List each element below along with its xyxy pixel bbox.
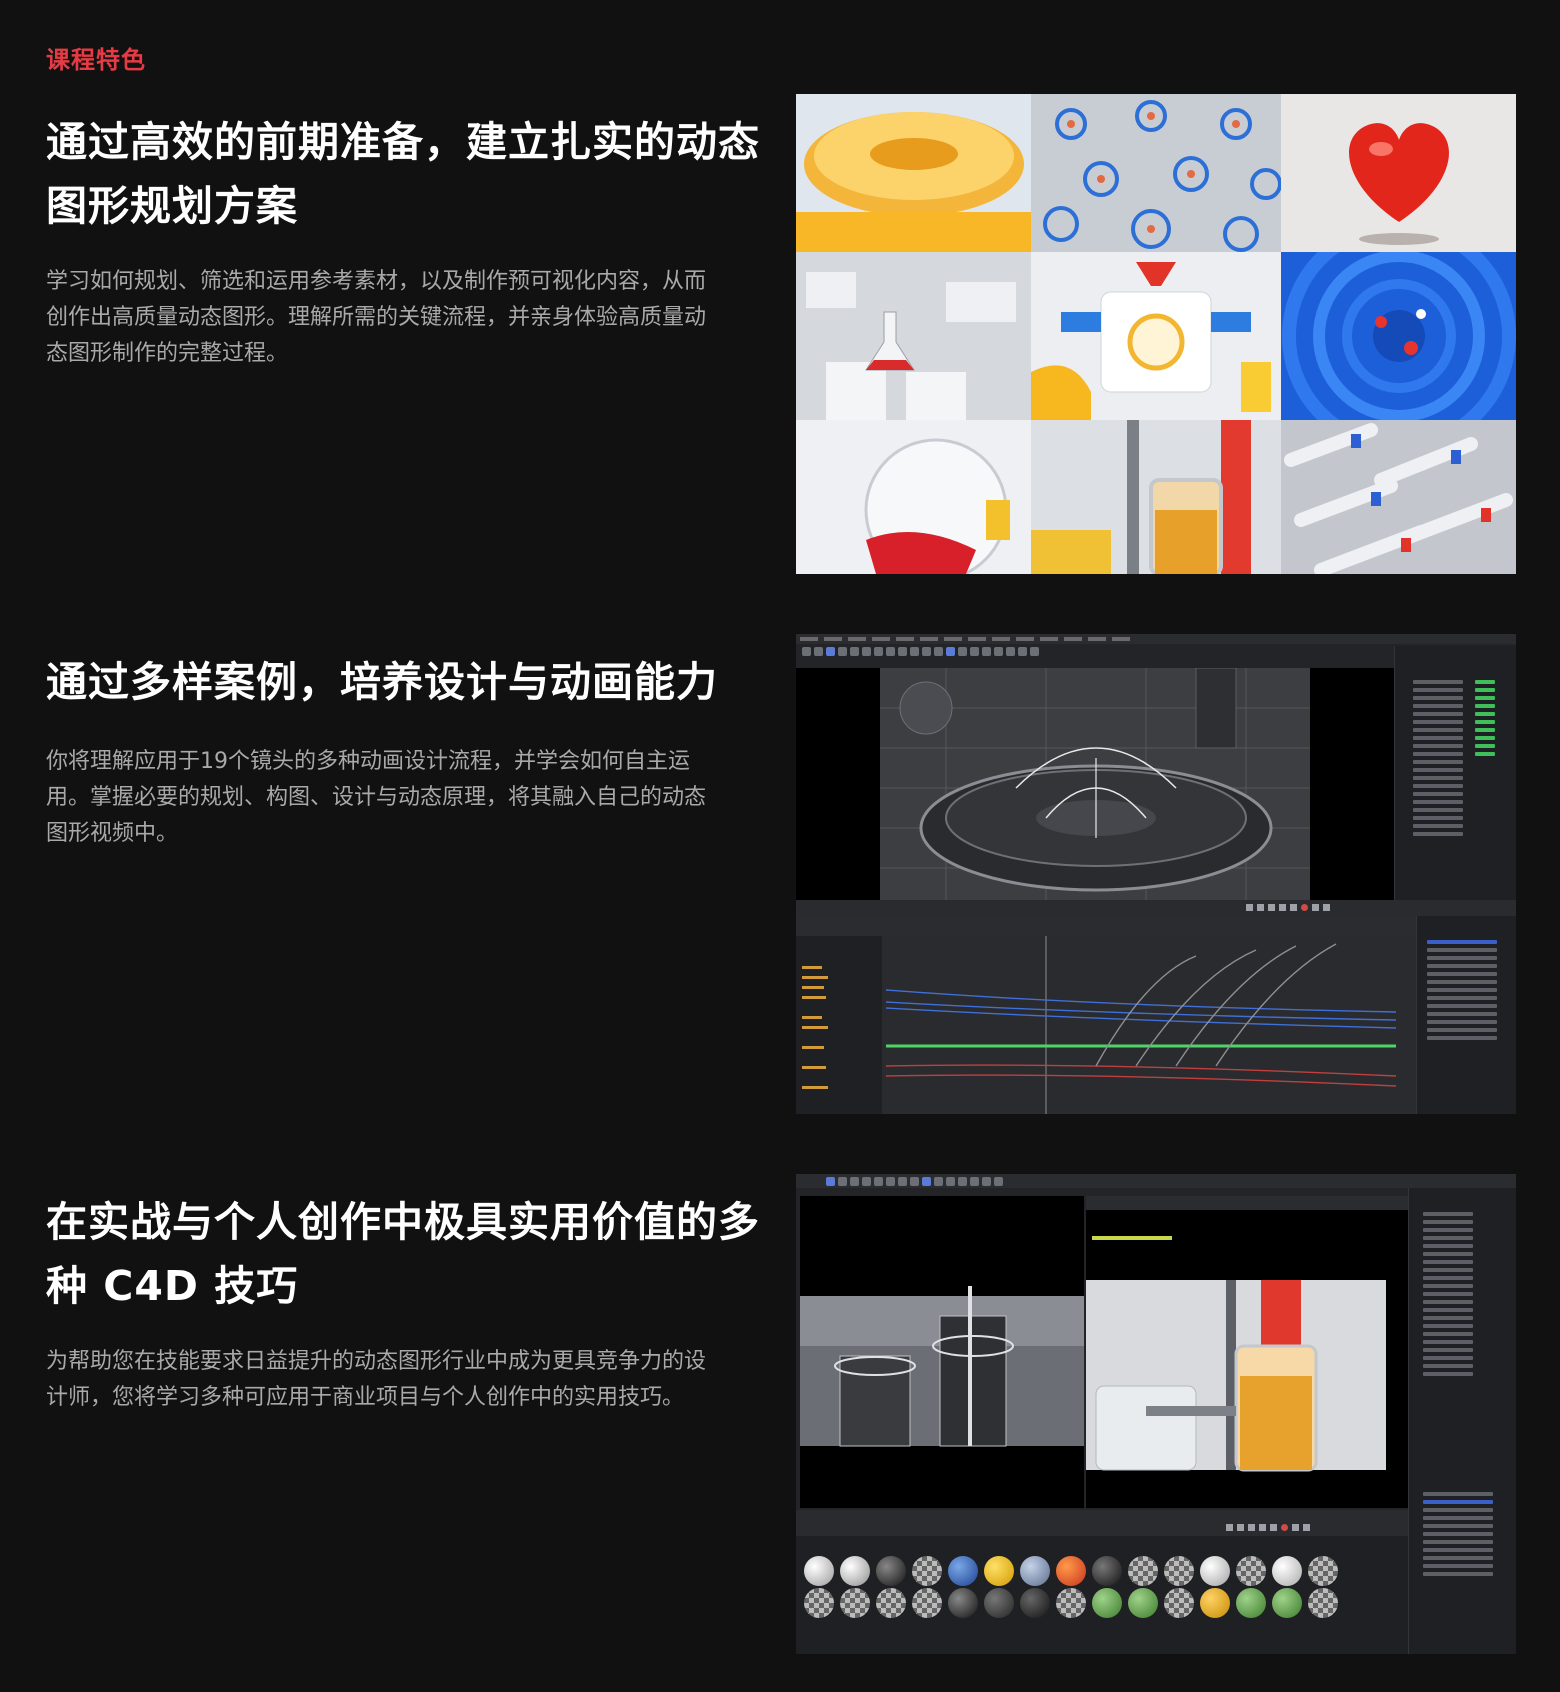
feature-description-line: 态图形制作的完整过程。: [46, 341, 289, 366]
material-swatch[interactable]: [1200, 1588, 1230, 1618]
timeline-bar[interactable]: [796, 1510, 1408, 1536]
material-swatch[interactable]: [876, 1588, 906, 1618]
c4d-editor-screenshot: [796, 634, 1516, 1114]
feature-description-line: 用。掌握必要的规划、构图、设计与动态原理，将其融入自己的动态: [46, 785, 707, 810]
glass-flask-image: [796, 420, 1031, 574]
material-swatch[interactable]: [1020, 1556, 1050, 1586]
material-swatch[interactable]: [804, 1588, 834, 1618]
feature-text: 通过高效的前期准备，建立扎实的动态 图形规划方案 学习如何规划、筛选和运用参考素…: [46, 110, 766, 372]
material-swatch[interactable]: [912, 1588, 942, 1618]
material-swatch[interactable]: [1128, 1556, 1158, 1586]
feature-description-line: 计师，您将学习多种可应用于商业项目与个人创作中的实用技巧。: [46, 1385, 685, 1410]
feature-description-line: 你将理解应用于19个镜头的多种动画设计流程，并学会如何自主运: [46, 749, 690, 774]
feature-text: 在实战与个人创作中极具实用价值的多 种 C4D 技巧 为帮助您在技能要求日益提升…: [46, 1190, 766, 1416]
playback-controls[interactable]: [1246, 904, 1330, 911]
feature-title: 通过多样案例，培养设计与动画能力: [46, 650, 766, 714]
material-swatch[interactable]: [1092, 1556, 1122, 1586]
material-swatch[interactable]: [1056, 1588, 1086, 1618]
3d-viewport[interactable]: [800, 1196, 1084, 1508]
3d-viewport[interactable]: [796, 668, 1394, 900]
material-swatch[interactable]: [912, 1556, 942, 1586]
blue-tunnel-image: [1281, 252, 1516, 420]
beaker-stand-image: [1031, 420, 1281, 574]
material-swatch[interactable]: [876, 1556, 906, 1586]
material-swatch[interactable]: [1164, 1556, 1194, 1586]
feature-title-line: 通过高效的前期准备，建立扎实的动态: [46, 118, 760, 166]
machine-image: [1031, 252, 1281, 420]
red-heart-image: [1281, 94, 1516, 252]
feature-planning: 通过高效的前期准备，建立扎实的动态 图形规划方案 学习如何规划、筛选和运用参考素…: [0, 94, 1560, 590]
playback-controls[interactable]: [1226, 1524, 1310, 1531]
feature-title-line: 图形规划方案: [46, 182, 298, 230]
material-swatch[interactable]: [1272, 1556, 1302, 1586]
feature-c4d-techniques: 在实战与个人创作中极具实用价值的多 种 C4D 技巧 为帮助您在技能要求日益提升…: [0, 1174, 1560, 1670]
main-toolbar: [802, 647, 1039, 656]
flasks-image: [796, 252, 1031, 420]
feature-description-line: 学习如何规划、筛选和运用参考素材，以及制作预可视化内容，从而: [46, 269, 707, 294]
material-manager[interactable]: [796, 1536, 1408, 1654]
material-swatch[interactable]: [1236, 1588, 1266, 1618]
feature-image-grid: [796, 94, 1516, 574]
material-swatch[interactable]: [1272, 1588, 1302, 1618]
material-swatch[interactable]: [948, 1556, 978, 1586]
feature-title: 通过高效的前期准备，建立扎实的动态 图形规划方案: [46, 110, 766, 238]
material-swatch[interactable]: [984, 1588, 1014, 1618]
material-swatch[interactable]: [1056, 1556, 1086, 1586]
feature-text: 通过多样案例，培养设计与动画能力 你将理解应用于19个镜头的多种动画设计流程，并…: [46, 650, 766, 852]
feature-description: 你将理解应用于19个镜头的多种动画设计流程，并学会如何自主运 用。掌握必要的规划…: [46, 744, 766, 852]
material-swatch[interactable]: [1308, 1556, 1338, 1586]
material-swatch[interactable]: [840, 1588, 870, 1618]
attribute-manager-panel[interactable]: [1416, 916, 1516, 1114]
petri-dish-image: [796, 94, 1031, 252]
menu-bar: [796, 634, 1516, 644]
feature-title-line: 种 C4D 技巧: [46, 1262, 299, 1310]
feature-description: 学习如何规划、筛选和运用参考素材，以及制作预可视化内容，从而 创作出高质量动态图…: [46, 264, 766, 372]
feature-description-line: 创作出高质量动态图形。理解所需的关键流程，并亲身体验高质量动: [46, 305, 707, 330]
fcurve-editor[interactable]: [796, 916, 1416, 1114]
object-manager-panel[interactable]: [1394, 646, 1516, 900]
material-swatch[interactable]: [1128, 1588, 1158, 1618]
material-swatch[interactable]: [948, 1588, 978, 1618]
material-swatch[interactable]: [1164, 1588, 1194, 1618]
lab-array-image: [1031, 94, 1281, 252]
material-swatch[interactable]: [1236, 1556, 1266, 1586]
timeline-bar[interactable]: [796, 900, 1516, 916]
material-swatch[interactable]: [840, 1556, 870, 1586]
feature-design-animation: 通过多样案例，培养设计与动画能力 你将理解应用于19个镜头的多种动画设计流程，并…: [0, 634, 1560, 1130]
feature-title-line: 在实战与个人创作中极具实用价值的多: [46, 1198, 760, 1246]
feature-title-line: 通过多样案例，培养设计与动画能力: [46, 658, 718, 706]
test-tubes-image: [1281, 420, 1516, 574]
object-manager-panel[interactable]: [1408, 1188, 1516, 1654]
material-swatch[interactable]: [1200, 1556, 1230, 1586]
c4d-render-screenshot: [796, 1174, 1516, 1654]
feature-description-line: 为帮助您在技能要求日益提升的动态图形行业中成为更具竞争力的设: [46, 1349, 707, 1374]
material-swatch[interactable]: [1020, 1588, 1050, 1618]
feature-title: 在实战与个人创作中极具实用价值的多 种 C4D 技巧: [46, 1190, 766, 1318]
material-swatch[interactable]: [984, 1556, 1014, 1586]
feature-description-line: 图形视频中。: [46, 821, 179, 846]
material-swatch[interactable]: [1092, 1588, 1122, 1618]
material-swatch[interactable]: [1308, 1588, 1338, 1618]
section-eyebrow: 课程特色: [46, 46, 146, 74]
material-swatch[interactable]: [804, 1556, 834, 1586]
main-toolbar: [796, 1174, 1516, 1188]
feature-description: 为帮助您在技能要求日益提升的动态图形行业中成为更具竞争力的设 计师，您将学习多种…: [46, 1344, 766, 1416]
render-preview[interactable]: [1086, 1196, 1408, 1508]
